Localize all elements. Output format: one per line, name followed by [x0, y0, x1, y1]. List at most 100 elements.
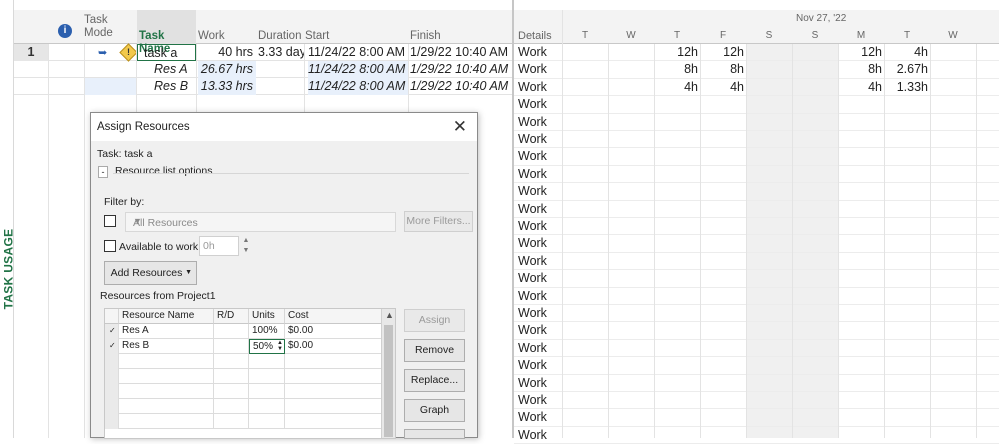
start-cell[interactable]: 11/24/22 8:00 AM [308, 44, 408, 61]
assign-resources-dialog[interactable]: Assign Resources ✕ Task: task a - Resour… [90, 112, 478, 439]
header-work[interactable]: Work [198, 10, 256, 44]
cost-cell[interactable]: $0.00 [285, 339, 382, 354]
replace-button[interactable]: Replace... [404, 369, 465, 392]
usage-row[interactable]: Work [514, 131, 999, 149]
usage-row[interactable]: Work [514, 253, 999, 271]
column-header-rd[interactable]: R/D [214, 309, 249, 324]
usage-row[interactable]: Work [514, 96, 999, 114]
start-cell[interactable]: 11/24/22 8:00 AM [308, 61, 408, 78]
rd-cell[interactable] [214, 339, 249, 354]
usage-row[interactable]: Work [514, 409, 999, 427]
usage-row[interactable]: Work [514, 166, 999, 184]
available-hours-stepper[interactable]: ▲ ▼ [239, 236, 253, 256]
usage-row[interactable]: Work [514, 270, 999, 288]
units-cell[interactable]: 50% ▲ ▼ [249, 339, 285, 354]
usage-value[interactable]: 4h [700, 79, 744, 96]
units-cell[interactable] [249, 414, 285, 429]
rd-cell[interactable] [214, 399, 249, 414]
units-stepper[interactable]: ▲ ▼ [277, 340, 283, 352]
usage-row[interactable]: Work [514, 218, 999, 236]
usage-row[interactable]: Work [514, 235, 999, 253]
usage-row[interactable]: Work [514, 322, 999, 340]
work-cell[interactable]: 13.33 hrs [198, 78, 256, 95]
start-cell[interactable]: 11/24/22 8:00 AM [308, 78, 408, 95]
resources-table[interactable]: Resource Name R/D Units Cost ✓ Res A 100… [104, 308, 396, 439]
usage-row[interactable]: Work [514, 114, 999, 131]
usage-value[interactable]: 8h [654, 61, 698, 78]
finish-cell[interactable]: 1/29/22 10:40 AM [410, 78, 510, 95]
scroll-up-icon[interactable]: ▲ [385, 310, 394, 320]
assignment-name-cell[interactable]: Res B [154, 78, 196, 95]
more-filters-button[interactable]: More Filters... [404, 211, 473, 232]
empty-resource-row[interactable] [105, 369, 382, 384]
info-icon[interactable]: i [58, 24, 72, 38]
rd-cell[interactable] [214, 354, 249, 369]
header-start[interactable]: Start [305, 10, 407, 44]
assignment-row[interactable]: Res B 13.33 hrs 11/24/22 8:00 AM 1/29/22… [14, 78, 512, 95]
scrollbar-thumb[interactable] [384, 325, 393, 437]
usage-row[interactable]: Work [514, 148, 999, 166]
column-header-resource-name[interactable]: Resource Name [119, 309, 214, 324]
filter-select[interactable]: All Resources ▼ [125, 212, 396, 232]
close-icon[interactable]: ✕ [453, 117, 467, 137]
usage-row[interactable]: Work 4h 4h 4h 1.33h [514, 79, 999, 97]
resource-name-cell[interactable]: Res A [119, 324, 214, 339]
resource-name-cell[interactable] [119, 414, 214, 429]
column-header-units[interactable]: Units [249, 309, 285, 324]
usage-row[interactable]: Work [514, 427, 999, 444]
usage-row[interactable]: Work [514, 340, 999, 358]
resource-list-options-label[interactable]: Resource list options [115, 165, 212, 177]
cost-cell[interactable]: $0.00 [285, 324, 382, 339]
usage-value[interactable]: 12h [838, 44, 882, 61]
filter-by-checkbox[interactable] [104, 215, 116, 227]
resource-name-cell[interactable] [119, 384, 214, 399]
usage-row[interactable]: Work [514, 392, 999, 410]
header-finish[interactable]: Finish [410, 10, 510, 44]
resource-name-cell[interactable] [119, 369, 214, 384]
assignment-row[interactable]: Res A 26.67 hrs 11/24/22 8:00 AM 1/29/22… [14, 61, 512, 78]
rd-cell[interactable] [214, 369, 249, 384]
usage-value[interactable]: 8h [838, 61, 882, 78]
usage-panel[interactable]: Details Nov 27, '22 T W T F S S M T W Wo… [512, 0, 999, 444]
task-name-cell[interactable]: task a [137, 44, 196, 61]
row-selector[interactable] [105, 369, 119, 384]
usage-row[interactable]: Work [514, 305, 999, 323]
units-cell[interactable] [249, 354, 285, 369]
usage-row[interactable]: Work [514, 288, 999, 305]
dialog-title-bar[interactable]: Assign Resources ✕ [91, 113, 477, 141]
usage-value[interactable]: 12h [700, 44, 744, 61]
row-selector[interactable] [105, 354, 119, 369]
assignment-name-cell[interactable]: Res A [154, 61, 196, 78]
usage-row[interactable]: Work [514, 183, 999, 201]
add-resources-button[interactable]: Add Resources ▼ [104, 261, 197, 285]
usage-row[interactable]: Work [514, 375, 999, 392]
graph-button[interactable]: Graph [404, 399, 465, 422]
empty-resource-row[interactable] [105, 414, 382, 429]
finish-cell[interactable]: 1/29/22 10:40 AM [410, 61, 510, 78]
available-to-work-checkbox[interactable] [104, 240, 116, 252]
column-header-cost[interactable]: Cost [285, 309, 382, 324]
usage-row[interactable]: Work [514, 201, 999, 218]
rd-cell[interactable] [214, 384, 249, 399]
resource-row[interactable]: ✓ Res A 100% $0.00 [105, 324, 382, 339]
resource-name-cell[interactable] [119, 354, 214, 369]
available-hours-input[interactable]: 0h [199, 236, 239, 256]
row-selector[interactable] [105, 414, 119, 429]
usage-value[interactable]: 1.33h [884, 79, 928, 96]
resource-name-cell[interactable]: Res B [119, 339, 214, 354]
usage-value[interactable]: 2.67h [884, 61, 928, 78]
units-cell[interactable] [249, 399, 285, 414]
work-cell[interactable]: 26.67 hrs [198, 61, 256, 78]
task-row[interactable]: 1 ➥ ! task a 40 hrs 3.33 day 11/24/22 8:… [14, 43, 512, 62]
collapse-options-button[interactable]: - [98, 166, 108, 178]
rd-cell[interactable] [214, 324, 249, 339]
remove-button[interactable]: Remove [404, 339, 465, 362]
row-selector[interactable] [105, 384, 119, 399]
units-cell[interactable] [249, 369, 285, 384]
usage-value[interactable]: 12h [654, 44, 698, 61]
vertical-scrollbar[interactable]: ▲ [381, 309, 395, 438]
finish-cell[interactable]: 1/29/22 10:40 AM [410, 44, 510, 61]
warning-icon[interactable]: ! [119, 43, 138, 62]
usage-row[interactable]: Work 8h 8h 8h 2.67h [514, 61, 999, 79]
usage-value[interactable]: 4h [654, 79, 698, 96]
